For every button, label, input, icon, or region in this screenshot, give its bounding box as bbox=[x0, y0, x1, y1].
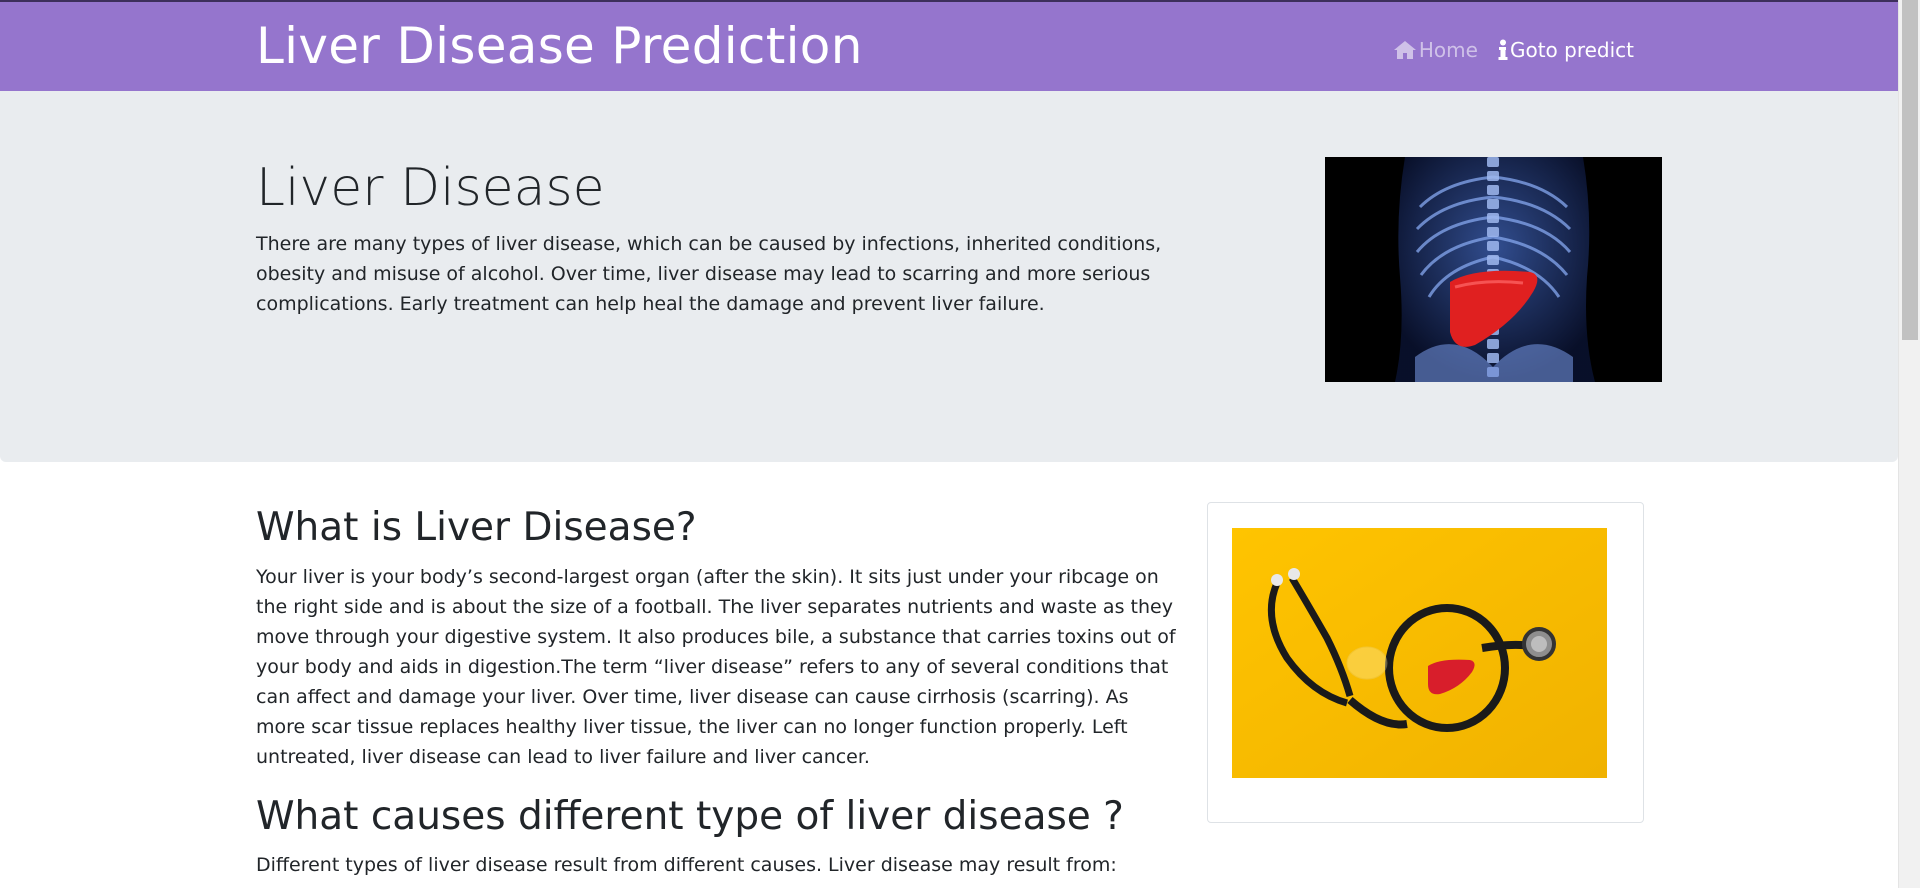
jumbotron: Liver Disease There are many types of li… bbox=[0, 91, 1898, 462]
info-icon bbox=[1498, 39, 1508, 61]
nav-predict-label: Goto predict bbox=[1509, 38, 1634, 62]
jumbotron-text: There are many types of liver disease, w… bbox=[256, 233, 1162, 315]
nav-home-link[interactable]: Home bbox=[1393, 36, 1478, 64]
nav-home-label: Home bbox=[1418, 38, 1478, 62]
section-title-what-is: What is Liver Disease? bbox=[256, 505, 697, 550]
navbar: Liver Disease Prediction Home Goto predi… bbox=[0, 0, 1898, 91]
image-card bbox=[1207, 502, 1644, 823]
nav-links: Home Goto predict bbox=[1393, 36, 1634, 64]
section-text-causes: Different types of liver disease result … bbox=[256, 854, 1117, 876]
scrollbar-thumb[interactable] bbox=[1902, 0, 1918, 340]
page: Liver Disease Prediction Home Goto predi… bbox=[0, 0, 1920, 888]
stethoscope-liver-image bbox=[1232, 528, 1607, 778]
vertical-scrollbar[interactable] bbox=[1898, 0, 1920, 888]
nav-predict-link[interactable]: Goto predict bbox=[1498, 36, 1634, 64]
xray-torso-liver-image bbox=[1325, 157, 1662, 382]
brand-title[interactable]: Liver Disease Prediction bbox=[256, 14, 863, 78]
section-title-causes: What causes different type of liver dise… bbox=[256, 794, 1124, 839]
section-text-what-is: Your liver is your body’s second-largest… bbox=[256, 566, 1176, 768]
jumbotron-title: Liver Disease bbox=[256, 158, 605, 218]
home-icon bbox=[1393, 40, 1417, 60]
